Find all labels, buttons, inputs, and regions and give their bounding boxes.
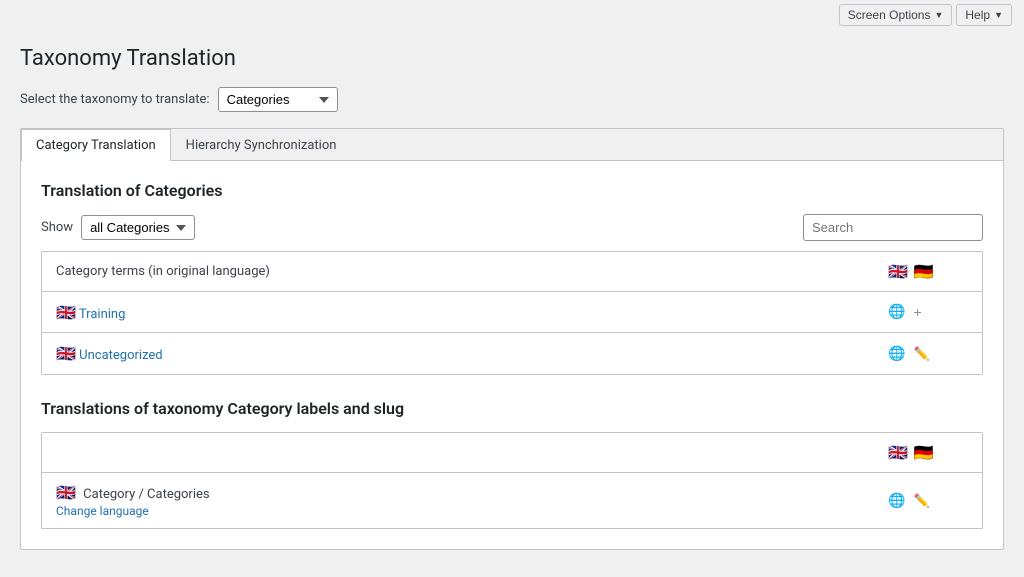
- show-label: Show: [41, 220, 73, 235]
- uncategorized-pencil-icon: ✏️: [913, 346, 929, 361]
- screen-options-button[interactable]: Screen Options ▼: [839, 4, 953, 26]
- category-label-name: Category / Categories: [83, 487, 209, 502]
- category-label-row-main: 🇬🇧 Category / Categories Change language: [56, 483, 888, 518]
- training-row-flags: 🌐 +: [888, 302, 968, 322]
- flag-uk-header: 🇬🇧: [888, 262, 908, 281]
- tab-category-translation[interactable]: Category Translation: [21, 129, 171, 161]
- help-button[interactable]: Help ▼: [956, 4, 1012, 26]
- table-header-row: Category terms (in original language) 🇬🇧…: [42, 252, 982, 292]
- taxonomy-select[interactable]: Categories Tags Post Formats: [218, 87, 338, 112]
- top-bar: Screen Options ▼ Help ▼: [0, 0, 1024, 30]
- page-title: Taxonomy Translation: [20, 46, 1004, 71]
- uncategorized-row-main: 🇬🇧 Uncategorized: [56, 344, 888, 363]
- filter-select[interactable]: all Categories: [81, 215, 195, 240]
- table-row: 🇬🇧 Category / Categories Change language…: [42, 473, 982, 528]
- tab-content-category-translation: Translation of Categories Show all Categ…: [21, 161, 1003, 549]
- uncategorized-link[interactable]: Uncategorized: [79, 348, 162, 363]
- category-translation-section: Translation of Categories Show all Categ…: [41, 181, 983, 375]
- labels-table-header-row: 🇬🇧 🇩🇪: [42, 433, 982, 473]
- change-language-link[interactable]: Change language: [56, 504, 888, 518]
- main-content: Taxonomy Translation Select the taxonomy…: [0, 30, 1024, 566]
- flag-de-header: 🇩🇪: [914, 262, 934, 281]
- screen-options-label: Screen Options: [848, 8, 931, 22]
- filter-row: Show all Categories: [41, 214, 983, 241]
- tab-hierarchy-sync[interactable]: Hierarchy Synchronization: [171, 129, 352, 161]
- uncategorized-flag-uk: 🇬🇧: [56, 344, 76, 363]
- taxonomy-selector-row: Select the taxonomy to translate: Catego…: [20, 87, 1004, 112]
- col-flags-header: 🇬🇧 🇩🇪: [888, 262, 968, 281]
- labels-section-title: Translations of taxonomy Category labels…: [41, 399, 983, 418]
- help-label: Help: [965, 8, 990, 22]
- tabs-header: Category Translation Hierarchy Synchroni…: [21, 129, 1003, 161]
- help-chevron-icon: ▼: [994, 10, 1003, 20]
- uncategorized-row-flags: 🌐 ✏️: [888, 343, 968, 364]
- uncategorized-globe-icon: 🌐: [888, 346, 905, 362]
- category-label-edit-button[interactable]: ✏️: [911, 490, 931, 511]
- labels-col-flags-header: 🇬🇧 🇩🇪: [888, 443, 968, 462]
- table-row: 🇬🇧 Training 🌐 +: [42, 292, 982, 333]
- training-add-button[interactable]: +: [911, 302, 923, 322]
- category-label-row-flags: 🌐 ✏️: [888, 490, 968, 511]
- translation-table: Category terms (in original language) 🇬🇧…: [41, 251, 983, 375]
- category-label-globe-icon: 🌐: [888, 493, 905, 509]
- filter-left: Show all Categories: [41, 215, 195, 240]
- taxonomy-selector-label: Select the taxonomy to translate:: [20, 92, 210, 107]
- search-input[interactable]: [803, 214, 983, 241]
- labels-flag-de-header: 🇩🇪: [914, 443, 934, 462]
- training-row-main: 🇬🇧 Training: [56, 303, 888, 322]
- category-translation-section-title: Translation of Categories: [41, 181, 983, 200]
- training-plus-icon: +: [913, 304, 921, 320]
- training-link[interactable]: Training: [79, 307, 125, 322]
- tabs-container: Category Translation Hierarchy Synchroni…: [20, 128, 1004, 550]
- category-label-flag-uk: 🇬🇧: [56, 483, 76, 502]
- col-main-header: Category terms (in original language): [56, 264, 888, 279]
- category-label-pencil-icon: ✏️: [913, 493, 929, 508]
- labels-flag-uk-header: 🇬🇧: [888, 443, 908, 462]
- screen-options-chevron-icon: ▼: [934, 10, 943, 20]
- training-flag-uk: 🇬🇧: [56, 303, 76, 322]
- training-globe-icon: 🌐: [888, 304, 905, 320]
- labels-section: Translations of taxonomy Category labels…: [41, 399, 983, 529]
- table-row: 🇬🇧 Uncategorized 🌐 ✏️: [42, 333, 982, 374]
- uncategorized-edit-button[interactable]: ✏️: [911, 343, 931, 364]
- labels-table: 🇬🇧 🇩🇪 🇬🇧 Category / Categories Change la…: [41, 432, 983, 529]
